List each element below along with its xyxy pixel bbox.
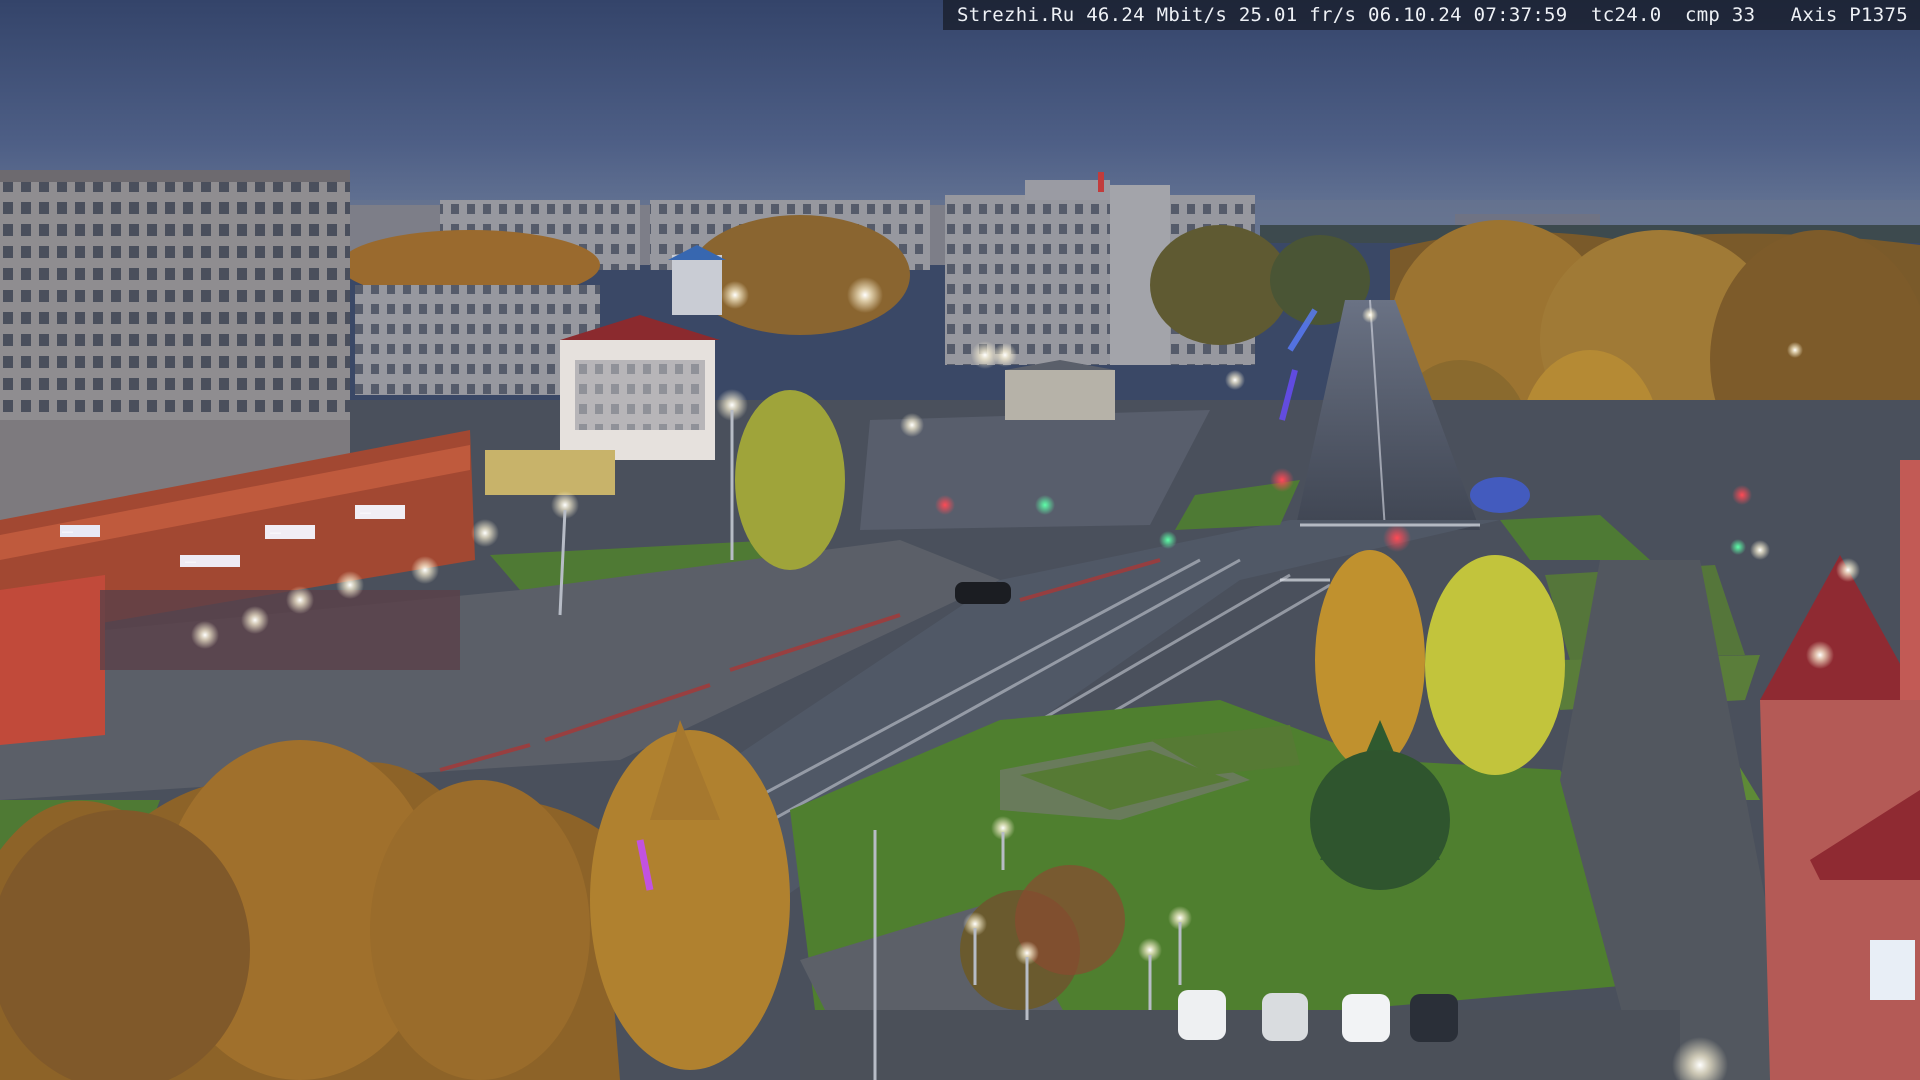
storefront-sign-1: — xyxy=(62,526,73,538)
osd-source: Strezhi.Ru xyxy=(957,4,1075,26)
camera-osd-bar: Strezhi.Ru 46.24 Mbit/s 25.01 fr/s 06.10… xyxy=(943,0,1920,30)
small-kiosk xyxy=(485,450,615,495)
osd-tc: tc24.0 xyxy=(1591,4,1662,26)
webcam-frame: — — — — Strezhi.Ru 46.24 Mbit/s 25.01 fr… xyxy=(0,0,1920,1080)
storefront-sign-3: — xyxy=(270,527,281,539)
parking-lot xyxy=(800,1010,1680,1080)
storefront-sign-2: — xyxy=(185,556,196,568)
osd-time: 07:37:59 xyxy=(1473,4,1568,26)
osd-framerate: 25.01 fr/s xyxy=(1238,4,1357,26)
city-street-scene: — — — — xyxy=(0,0,1920,1080)
storefront-sign-4: — xyxy=(360,507,371,519)
osd-cmp: cmp 33 xyxy=(1684,4,1756,26)
osd-bitrate: 46.24 Mbit/s xyxy=(1086,4,1228,26)
osd-date: 06.10.24 xyxy=(1367,4,1462,26)
osd-camera-model: Axis P1375 xyxy=(1790,4,1908,26)
